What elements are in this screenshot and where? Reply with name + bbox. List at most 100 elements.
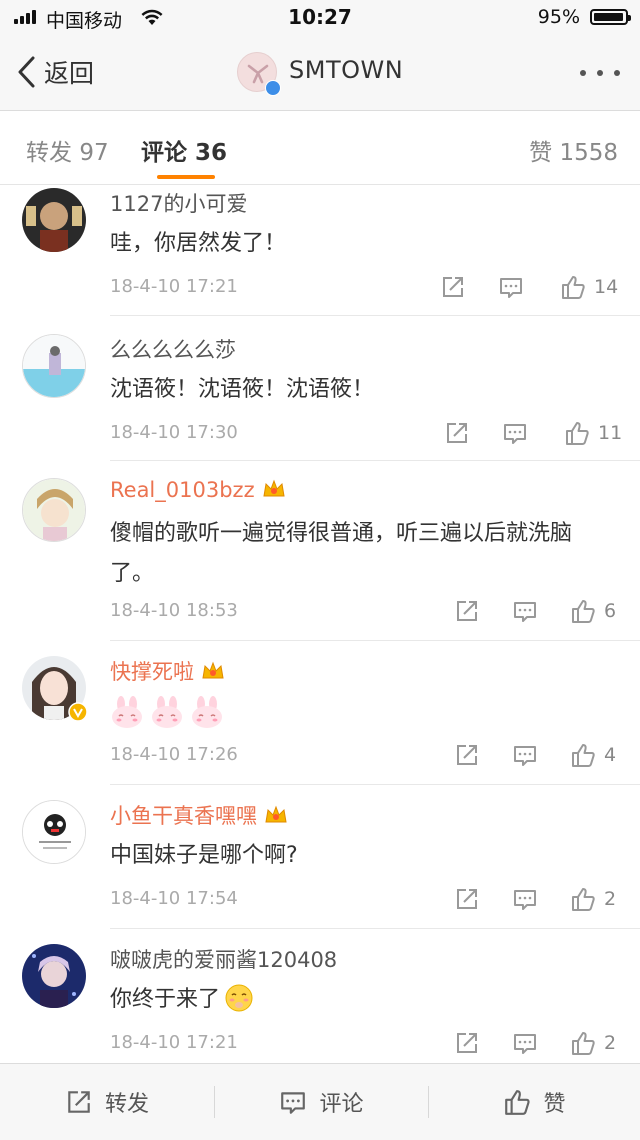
- divider: [110, 640, 640, 641]
- comment-text: 哇，你居然发了！: [110, 231, 287, 256]
- comment-author-name: 小鱼干真香嘿嘿: [110, 804, 257, 828]
- share-icon: [457, 1033, 477, 1053]
- tab-likes-count: 1558: [559, 140, 618, 166]
- verified-badge-icon: [265, 80, 281, 96]
- reply-button[interactable]: [502, 418, 528, 448]
- avatar[interactable]: [22, 334, 86, 398]
- comment-author[interactable]: 小鱼干真香嘿嘿: [110, 800, 289, 830]
- comment-text: 沈语筱！沈语筱！沈语筱！: [110, 377, 375, 402]
- comment-author[interactable]: 啵啵虎的爱丽酱120408: [110, 944, 337, 974]
- share-icon: [457, 745, 477, 765]
- like-button[interactable]: 11: [564, 418, 622, 448]
- more-options-icon[interactable]: [580, 70, 620, 78]
- status-bar: 中国移动 10:27 95%: [0, 0, 640, 36]
- divider: [110, 928, 640, 929]
- share-icon: [68, 1091, 90, 1113]
- comment-icon: [514, 1034, 536, 1054]
- nav-bar: 返回 SMTOWN: [0, 36, 640, 111]
- comment-icon: [514, 602, 536, 622]
- share-button[interactable]: [454, 884, 480, 914]
- tab-repost[interactable]: 转发 97: [26, 133, 109, 167]
- thumbs-up-icon: [562, 276, 585, 299]
- reply-button[interactable]: [512, 884, 538, 914]
- comment-label: 评论: [319, 1092, 364, 1117]
- like-button[interactable]: 14: [560, 272, 618, 302]
- thumbs-up-icon: [572, 600, 595, 623]
- active-tab-indicator: [157, 175, 215, 179]
- comment-button[interactable]: 评论: [215, 1064, 428, 1140]
- comment-icon: [514, 890, 536, 910]
- avatar[interactable]: [22, 478, 86, 542]
- share-icon: [457, 601, 477, 621]
- vip-crown-icon: [265, 805, 287, 823]
- repost-label: 转发: [104, 1092, 149, 1117]
- comment-icon: [500, 278, 522, 298]
- avatar[interactable]: [22, 188, 86, 252]
- bottom-toolbar: 转发 评论 赞: [0, 1063, 640, 1140]
- comment-text: 中国妹子是哪个啊?: [110, 843, 298, 868]
- comment-author[interactable]: 么么么么么莎: [110, 334, 236, 364]
- share-icon: [443, 277, 463, 297]
- tab-repost-label: 转发: [26, 140, 72, 166]
- divider: [110, 460, 640, 461]
- page-title: SMTOWN: [289, 56, 404, 84]
- comment-icon: [514, 746, 536, 766]
- share-button[interactable]: [454, 596, 480, 626]
- back-button[interactable]: 返回: [16, 54, 94, 90]
- comment-text: 傻帽的歌听一遍觉得很普通，听三遍以后就洗脑了。: [110, 521, 573, 586]
- share-icon: [447, 423, 467, 443]
- tab-repost-count: 97: [79, 140, 109, 166]
- comment-author[interactable]: Real_0103bzz: [110, 478, 287, 502]
- divider: [110, 315, 640, 316]
- comment-time: 18-4-10 17:21: [110, 1032, 238, 1053]
- thumbs-up-icon: [572, 744, 595, 767]
- shy-face-emoji: [225, 984, 253, 1012]
- rabbit-emoji: [192, 696, 222, 728]
- share-button[interactable]: [454, 1028, 480, 1058]
- comment-text: [110, 692, 610, 732]
- reply-button[interactable]: [512, 740, 538, 770]
- divider: [110, 784, 640, 785]
- reply-button[interactable]: [512, 1028, 538, 1058]
- tab-comments-count: 36: [195, 140, 228, 166]
- thumbs-up-icon: [566, 422, 589, 445]
- like-button[interactable]: 4: [570, 740, 616, 770]
- comment-author[interactable]: 快撑死啦: [110, 656, 226, 686]
- like-post-button[interactable]: 赞: [429, 1064, 640, 1140]
- like-button[interactable]: 2: [570, 1028, 616, 1058]
- share-icon: [457, 889, 477, 909]
- reply-button[interactable]: [512, 596, 538, 626]
- tab-comments[interactable]: 评论 36: [141, 133, 227, 167]
- comment-time: 18-4-10 17:30: [110, 422, 238, 443]
- comment-time: 18-4-10 17:26: [110, 744, 238, 765]
- reply-button[interactable]: [498, 272, 524, 302]
- like-count: 11: [598, 422, 623, 444]
- comment-time: 18-4-10 17:21: [110, 276, 238, 297]
- like-button[interactable]: 2: [570, 884, 616, 914]
- like-count: 6: [604, 600, 617, 622]
- tab-bar: 转发 97 评论 36 赞 1558: [0, 111, 640, 185]
- share-button[interactable]: [454, 740, 480, 770]
- avatar[interactable]: [22, 800, 86, 864]
- like-count: 14: [594, 276, 619, 298]
- repost-button[interactable]: 转发: [0, 1064, 214, 1140]
- thumbs-up-icon: [572, 1032, 595, 1055]
- avatar[interactable]: [22, 944, 86, 1008]
- comment-icon: [504, 424, 526, 444]
- tab-likes[interactable]: 赞 1558: [529, 133, 618, 167]
- share-button[interactable]: [444, 418, 470, 448]
- comment-time: 18-4-10 17:54: [110, 888, 238, 909]
- comment-author-name: Real_0103bzz: [110, 478, 255, 502]
- like-button[interactable]: 6: [570, 596, 616, 626]
- tab-comments-label: 评论: [141, 140, 187, 166]
- tab-likes-label: 赞: [529, 140, 553, 166]
- rabbit-emoji: [112, 696, 142, 728]
- share-button[interactable]: [440, 272, 466, 302]
- battery-icon: [590, 9, 631, 25]
- like-count: 4: [604, 744, 617, 766]
- comment-time: 18-4-10 18:53: [110, 600, 238, 621]
- vip-crown-icon: [202, 661, 224, 679]
- thumbs-up-icon: [572, 888, 595, 911]
- verified-badge-icon: [68, 702, 88, 722]
- comment-author[interactable]: 1127的小可爱: [110, 188, 247, 218]
